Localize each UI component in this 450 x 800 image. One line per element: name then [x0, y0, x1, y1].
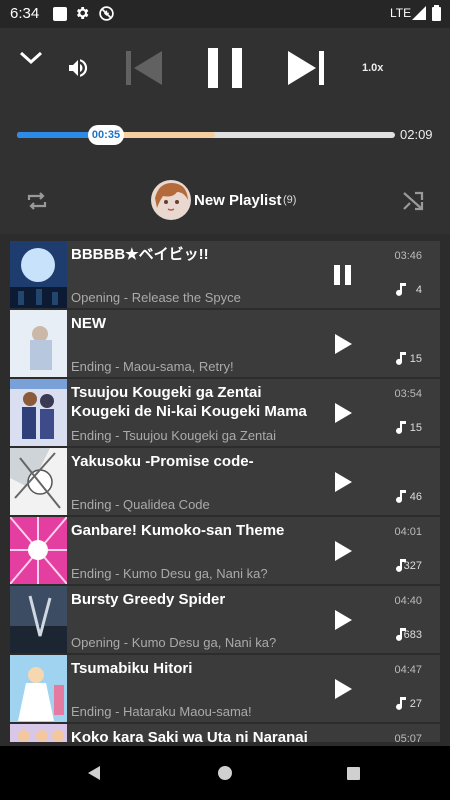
track-row[interactable]: NEW Ending - Maou-sama, Retry! 15: [10, 310, 440, 377]
track-duration: 04:40: [394, 595, 422, 607]
play-icon[interactable]: [332, 402, 354, 424]
player-panel: 1.0x 00:35 02:09 New Playlist (9): [0, 28, 450, 234]
track-thumbnail: [10, 241, 67, 308]
track-duration: 05:07: [394, 733, 422, 742]
track-title: Koko kara Saki wa Uta ni Naranai: [71, 729, 308, 742]
battery-icon: [432, 5, 441, 21]
track-thumbnail: [10, 310, 67, 377]
signal-icon: [412, 6, 426, 20]
play-icon[interactable]: [332, 471, 354, 493]
total-time: 02:09: [400, 127, 433, 142]
track-row[interactable]: Tsuujou Kougeki ga Zentai Kougeki de Ni-…: [10, 379, 440, 446]
settings-gear-icon: [77, 7, 89, 19]
play-count: 15: [409, 422, 422, 434]
track-subtitle: Opening - Kumo Desu ga, Nani ka?: [71, 635, 277, 650]
track-duration: 04:01: [394, 526, 422, 538]
track-thumbnail: [10, 586, 67, 653]
track-row[interactable]: Tsumabiku Hitori Ending - Hataraku Maou-…: [10, 655, 440, 722]
shuffle-icon[interactable]: [401, 190, 425, 212]
track-subtitle: Ending - Hataraku Maou-sama!: [71, 704, 252, 719]
status-bar: 6:34 LTE: [0, 0, 450, 28]
track-title: BBBBB★ベイビッ!!: [71, 246, 209, 263]
status-time: 6:34: [10, 5, 40, 22]
track-duration: 04:47: [394, 664, 422, 676]
track-duration: 03:54: [394, 388, 422, 400]
track-row[interactable]: Yakusoku -Promise code- Ending - Qualide…: [10, 448, 440, 515]
play-count: 4: [415, 284, 422, 296]
track-thumbnail: [10, 517, 67, 584]
recents-icon[interactable]: [346, 766, 361, 781]
track-title: Bursty Greedy Spider: [71, 591, 226, 608]
track-title: Ganbare! Kumoko-san Theme: [71, 522, 285, 539]
track-subtitle: Ending - Maou-sama, Retry!: [71, 359, 234, 374]
music-note-icon: [396, 421, 406, 434]
track-title: Tsumabiku Hitori: [71, 660, 193, 677]
track-row[interactable]: BBBBB★ベイビッ!! Opening - Release the Spyce…: [10, 241, 440, 308]
network-type: LTE: [390, 6, 412, 20]
track-duration: 03:46: [394, 250, 422, 262]
next-track-icon[interactable]: [286, 49, 326, 87]
volume-icon[interactable]: [65, 56, 91, 80]
pause-icon[interactable]: [332, 264, 354, 286]
track-subtitle: Ending - Tsuujou Kougeki ga Zentai: [71, 428, 277, 443]
app-square-icon: [53, 7, 67, 21]
playlist-name[interactable]: New Playlist: [194, 192, 282, 209]
play-icon[interactable]: [332, 540, 354, 562]
music-note-icon: [396, 283, 406, 296]
play-count: 27: [409, 698, 422, 710]
track-title: NEW: [71, 315, 106, 332]
play-count: 683: [403, 629, 422, 641]
track-row[interactable]: Koko kara Saki wa Uta ni Naranai 05:07: [10, 724, 440, 742]
play-count: 15: [409, 353, 422, 365]
play-count: 327: [403, 560, 422, 572]
track-subtitle: Opening - Release the Spyce: [71, 290, 241, 305]
track-row[interactable]: Bursty Greedy Spider Opening - Kumo Desu…: [10, 586, 440, 653]
play-icon[interactable]: [332, 333, 354, 355]
play-icon[interactable]: [332, 678, 354, 700]
collapse-chevron-down-icon[interactable]: [19, 50, 43, 66]
track-thumbnail: [10, 655, 67, 722]
track-row[interactable]: Ganbare! Kumoko-san Theme Ending - Kumo …: [10, 517, 440, 584]
data-saver-icon: [99, 6, 114, 21]
play-count: 46: [409, 491, 422, 503]
repeat-icon[interactable]: [25, 190, 49, 212]
play-icon[interactable]: [332, 609, 354, 631]
back-icon[interactable]: [86, 765, 102, 781]
track-thumbnail: [10, 724, 67, 742]
pause-main-icon[interactable]: [205, 46, 245, 90]
music-note-icon: [396, 697, 406, 710]
playlist-avatar: [151, 180, 191, 220]
previous-track-icon[interactable]: [124, 49, 164, 87]
playlist-count: (9): [283, 194, 297, 206]
track-subtitle: Ending - Kumo Desu ga, Nani ka?: [71, 566, 268, 581]
system-nav-bar: [0, 746, 450, 800]
music-note-icon: [396, 352, 406, 365]
music-note-icon: [396, 490, 406, 503]
track-subtitle: Ending - Qualidea Code: [71, 497, 210, 512]
track-title: Yakusoku -Promise code-: [71, 453, 254, 470]
track-thumbnail: [10, 379, 67, 446]
seek-thumb-current-time[interactable]: 00:35: [88, 125, 124, 145]
track-thumbnail: [10, 448, 67, 515]
playback-speed[interactable]: 1.0x: [362, 62, 383, 74]
track-title: Tsuujou Kougeki ga Zentai Kougeki de Ni-…: [71, 384, 307, 420]
track-list: BBBBB★ベイビッ!! Opening - Release the Spyce…: [0, 234, 450, 742]
home-icon[interactable]: [217, 765, 233, 781]
